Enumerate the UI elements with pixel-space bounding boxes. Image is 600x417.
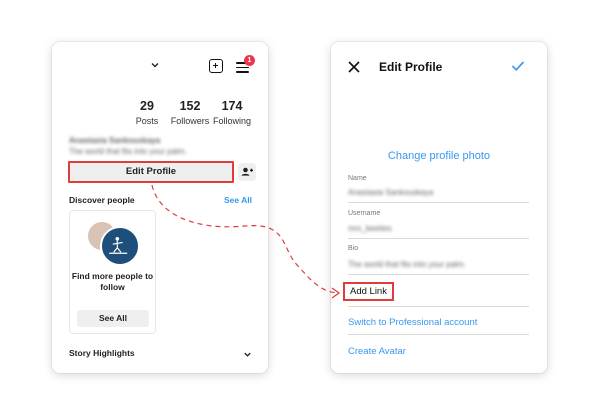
bio-field-label: Bio	[348, 245, 359, 252]
name-field-label: Name	[348, 175, 367, 182]
switch-to-professional-link[interactable]: Switch to Professional account	[348, 317, 477, 328]
chevron-down-icon[interactable]	[150, 60, 160, 70]
story-highlights-title[interactable]: Story Highlights	[69, 348, 135, 358]
divider	[348, 274, 529, 275]
edit-profile-screen: Edit Profile Change profile photo Name A…	[331, 42, 547, 373]
divider	[348, 334, 529, 335]
profile-name: Anastasia Sankouskaya	[69, 136, 161, 145]
see-all-link[interactable]: See All	[224, 195, 252, 205]
find-people-text: Find more people to follow	[71, 271, 154, 292]
profile-bio: The world that fits into your palm.	[69, 147, 187, 156]
divider	[348, 238, 529, 239]
new-post-icon[interactable]	[209, 59, 223, 73]
stat-following[interactable]: 174 Following	[207, 99, 257, 126]
add-person-icon	[241, 167, 253, 176]
check-icon[interactable]	[511, 60, 525, 72]
create-avatar-link[interactable]: Create Avatar	[348, 346, 406, 357]
change-profile-photo-link[interactable]: Change profile photo	[331, 150, 547, 162]
profile-screen: 1 29 Posts 152 Followers 174 Following A…	[52, 42, 268, 373]
screenshot-stage: 1 29 Posts 152 Followers 174 Following A…	[0, 0, 600, 417]
page-title: Edit Profile	[379, 60, 443, 74]
username-field-label: Username	[348, 210, 381, 217]
name-field[interactable]: Anastasia Sankouskaya	[348, 188, 433, 197]
following-count: 174	[221, 99, 243, 113]
chevron-down-icon[interactable]	[243, 350, 252, 359]
username-field[interactable]: mrs_beeties	[348, 224, 392, 233]
edit-profile-button[interactable]: Edit Profile	[68, 161, 234, 183]
discover-people-title: Discover people	[69, 195, 135, 205]
close-icon[interactable]	[347, 60, 361, 74]
divider	[348, 202, 529, 203]
discover-people-button[interactable]	[238, 163, 256, 181]
notification-badge: 1	[244, 55, 255, 66]
suggested-avatar	[100, 226, 140, 266]
bio-field[interactable]: The world that fits into your palm.	[348, 260, 466, 269]
surfer-logo-icon	[102, 228, 134, 260]
add-link-button[interactable]: Add Link	[343, 282, 394, 301]
divider	[348, 306, 529, 307]
see-all-button[interactable]: See All	[77, 310, 149, 327]
following-label: Following	[212, 116, 252, 126]
